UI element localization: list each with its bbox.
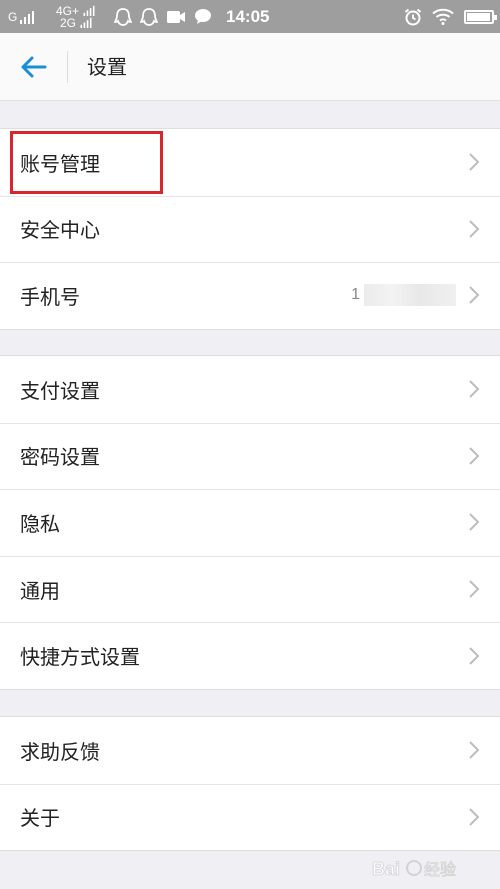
- network-type-top: 4G+: [56, 3, 80, 18]
- phone-number-redacted: [364, 284, 456, 307]
- settings-item-label: 密码设置: [20, 445, 100, 470]
- settings-item-payment[interactable]: 支付设置: [0, 356, 500, 423]
- network-indicator-2: 4G+ 2G: [56, 0, 96, 33]
- alarm-icon: [404, 8, 422, 25]
- settings-item-label: 求助反馈: [20, 739, 100, 764]
- chevron-right-icon: [469, 808, 480, 826]
- battery-level: [467, 12, 490, 21]
- message-icon: [195, 9, 211, 24]
- settings-item-privacy[interactable]: 隐私: [0, 489, 500, 556]
- settings-group-support: 求助反馈 关于: [0, 716, 500, 852]
- chevron-right-icon: [469, 220, 480, 238]
- video-icon: [167, 10, 185, 23]
- status-time: 14:05: [226, 6, 270, 26]
- network-indicator-1: G: [8, 0, 35, 33]
- chevron-right-icon: [469, 286, 480, 305]
- status-bar: G 4G+ 2G 14:05: [0, 0, 500, 33]
- settings-item-label: 关于: [20, 806, 60, 831]
- settings-item-security-center[interactable]: 安全中心: [0, 195, 500, 263]
- wifi-icon: [432, 8, 454, 25]
- settings-group-account: 账号管理 安全中心 手机号 1: [0, 128, 500, 330]
- chevron-right-icon: [469, 741, 480, 760]
- battery-icon: [464, 9, 497, 24]
- settings-item-label: 快捷方式设置: [20, 645, 140, 670]
- svg-text:Bai: Bai: [372, 859, 400, 879]
- settings-item-label: 通用: [20, 578, 60, 603]
- settings-item-label: 安全中心: [20, 218, 100, 243]
- svg-text:经验: 经验: [424, 861, 456, 879]
- settings-item-label: 手机号: [20, 284, 80, 309]
- chevron-right-icon: [469, 153, 480, 172]
- settings-item-phone-number[interactable]: 手机号 1: [0, 262, 500, 329]
- signal-icon: [83, 5, 95, 16]
- settings-item-account-management[interactable]: 账号管理: [0, 129, 500, 196]
- settings-item-general[interactable]: 通用: [0, 555, 500, 623]
- signal-icon: [20, 10, 35, 24]
- back-button[interactable]: [14, 47, 54, 87]
- notification-icons: [114, 0, 212, 33]
- settings-item-label: 账号管理: [20, 151, 100, 176]
- chevron-right-icon: [469, 380, 480, 399]
- header-divider: [67, 51, 68, 83]
- settings-item-feedback[interactable]: 求助反馈: [0, 717, 500, 784]
- chevron-right-icon: [469, 447, 480, 465]
- chevron-right-icon: [469, 646, 480, 665]
- app-header: 设置: [0, 33, 500, 101]
- phone-number-prefix: 1: [351, 286, 360, 304]
- settings-item-label: 隐私: [20, 511, 60, 536]
- settings-item-password[interactable]: 密码设置: [0, 422, 500, 490]
- page-title: 设置: [87, 55, 127, 79]
- qq-icon: [140, 7, 158, 26]
- chevron-right-icon: [469, 513, 480, 532]
- arrow-left-icon: [21, 56, 47, 78]
- settings-item-label: 支付设置: [20, 378, 100, 403]
- network-type-label: G: [8, 9, 18, 24]
- settings-item-shortcuts[interactable]: 快捷方式设置: [0, 622, 500, 689]
- settings-item-about[interactable]: 关于: [0, 783, 500, 851]
- network-type-bottom: 2G: [60, 15, 77, 30]
- system-icons: [404, 0, 497, 33]
- watermark-logo: Bai 经验: [372, 859, 456, 880]
- settings-group-general: 支付设置 密码设置 隐私 通用 快捷方式设置: [0, 355, 500, 690]
- signal-icon: [80, 17, 92, 28]
- phone-number-value: 1: [351, 284, 456, 307]
- qq-icon: [114, 7, 132, 26]
- chevron-right-icon: [469, 580, 480, 598]
